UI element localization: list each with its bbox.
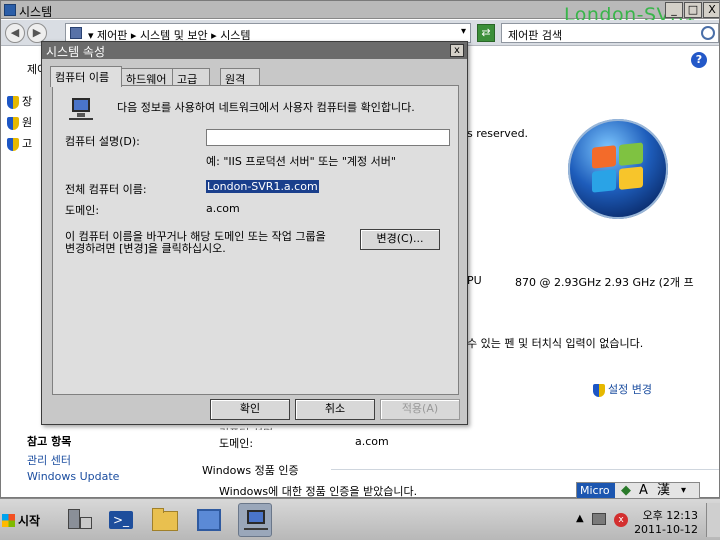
full-name-label: 전체 컴퓨터 이름: (65, 183, 147, 196)
close-button[interactable]: X (703, 2, 719, 18)
intro-text: 다음 정보를 사용하여 네트워크에서 사용자 컴퓨터를 확인합니다. (117, 101, 415, 114)
pen-touch-text: 수 있는 펜 및 터치식 입력이 없습니다. (467, 337, 644, 350)
processor-label: PU (467, 274, 482, 287)
system-tray: ▲ x 오후 12:13 2011-10-12 (574, 503, 720, 537)
tab-hardware[interactable]: 하드웨어 (121, 68, 173, 86)
clock-date[interactable]: 2011-10-12 (634, 523, 698, 536)
shield-icon (7, 116, 19, 130)
window-title: 시스템 (19, 5, 53, 19)
network-tray-icon[interactable] (592, 513, 606, 525)
tab-computer-name[interactable]: 컴퓨터 이름 (50, 66, 122, 87)
ime-mode-a[interactable]: A (639, 483, 648, 499)
minimize-button[interactable]: _ (665, 2, 683, 18)
chevron-down-icon[interactable]: ▾ (681, 483, 686, 499)
example-text: 예: "IIS 프로덕션 서버" 또는 "계정 서버" (206, 155, 396, 168)
start-label: 시작 (18, 514, 41, 528)
clock-time[interactable]: 오후 12:13 (643, 507, 698, 523)
server-manager-icon[interactable] (62, 503, 96, 537)
taskbar: 시작 >_ ▲ x 오후 12:13 2011-10-12 (0, 498, 720, 540)
system-properties-taskbar-icon[interactable] (238, 503, 272, 537)
processor-value: 870 @ 2.93GHz 2.93 GHz (2개 프 (515, 276, 694, 289)
computer-name-panel: 다음 정보를 사용하여 네트워크에서 사용자 컴퓨터를 확인합니다. 컴퓨터 설… (52, 85, 459, 395)
chevron-up-icon[interactable]: ▲ (576, 513, 584, 524)
domain-label: 도메인: (65, 204, 100, 217)
explorer-folder-icon[interactable] (148, 503, 182, 537)
windows-logo (568, 119, 668, 219)
forward-arrow-icon[interactable]: ▶ (27, 23, 47, 43)
system-icon (4, 4, 16, 16)
description-label: 컴퓨터 설명(D): (65, 135, 140, 148)
tab-remote[interactable]: 원격 (220, 68, 260, 86)
dialog-close-button[interactable]: x (450, 44, 464, 57)
control-panel-taskbar-icon[interactable] (192, 503, 226, 537)
windows-flag-icon (2, 514, 15, 527)
partial-row: 컴퓨터 설명: (219, 425, 277, 430)
show-desktop-button[interactable] (706, 503, 720, 537)
network-computer-icon (69, 98, 93, 120)
domain-value: a.com (355, 435, 389, 448)
back-arrow-icon[interactable]: ◀ (5, 23, 25, 43)
dialog-titlebar: 시스템 속성 x (42, 42, 467, 59)
left-pane-item[interactable]: 장 (22, 95, 32, 108)
windows-flag-icon (592, 142, 644, 193)
shield-icon (7, 137, 19, 151)
domain-label: 도메인: (219, 437, 254, 450)
ime-mode-hanja[interactable]: 漢 (657, 483, 670, 499)
tab-advanced[interactable]: 고급 (172, 68, 210, 86)
shield-icon (7, 95, 19, 109)
change-settings-link[interactable]: 설정 변경 (593, 381, 652, 397)
window-titlebar: 시스템 London-SVR1 _ □ X (1, 1, 719, 26)
volume-muted-icon[interactable]: x (614, 513, 628, 527)
full-name-text: London-SVR1.a.com (206, 180, 319, 193)
refresh-icon[interactable]: ⇄ (477, 24, 495, 42)
change-settings-label: 설정 변경 (608, 383, 652, 396)
left-pane-item[interactable]: 고 (22, 137, 32, 150)
computer-description-field[interactable] (206, 129, 450, 146)
domain-value: a.com (206, 202, 240, 215)
section-divider (331, 469, 719, 470)
maximize-button[interactable]: □ (684, 2, 702, 18)
breadcrumb[interactable]: ▾ 제어판 ▸ 시스템 및 보안 ▸ 시스템 ▾ (65, 23, 471, 43)
language-bar-brand: Micro (577, 483, 615, 499)
ime-icon[interactable]: ◆ (621, 483, 631, 499)
powershell-icon[interactable]: >_ (104, 503, 138, 537)
windows-update-link[interactable]: Windows Update (27, 470, 119, 483)
activation-heading: Windows 정품 인증 (202, 464, 299, 477)
dialog-title: 시스템 속성 (46, 45, 106, 59)
activation-status: Windows에 대한 정품 인증을 받았습니다. (219, 485, 418, 498)
ok-button[interactable]: 확인 (210, 399, 290, 420)
action-center-link[interactable]: 관리 센터 (27, 452, 71, 468)
chevron-down-icon[interactable]: ▾ (461, 26, 466, 37)
rename-instructions-line2: 변경하려면 [변경]을 클릭하십시오. (65, 242, 226, 255)
shield-icon (593, 383, 605, 397)
see-also-heading: 참고 항목 (27, 435, 72, 448)
cancel-button[interactable]: 취소 (295, 399, 375, 420)
help-icon[interactable]: ? (691, 52, 707, 68)
search-icon[interactable] (701, 26, 715, 40)
left-pane-item[interactable]: 원 (22, 116, 32, 129)
full-name-value: London-SVR1.a.com (206, 180, 319, 193)
control-panel-icon (70, 27, 82, 39)
search-input[interactable]: 제어판 검색 (501, 23, 719, 43)
copyright-text: s reserved. (467, 127, 529, 140)
apply-button: 적용(A) (380, 399, 460, 420)
search-placeholder: 제어판 검색 (508, 29, 563, 42)
change-button[interactable]: 변경(C)... (360, 229, 440, 250)
system-properties-dialog: 시스템 속성 x 컴퓨터 이름 하드웨어 고급 원격 다음 정보를 사용하여 네… (41, 41, 468, 425)
start-button[interactable]: 시작 (2, 512, 40, 530)
